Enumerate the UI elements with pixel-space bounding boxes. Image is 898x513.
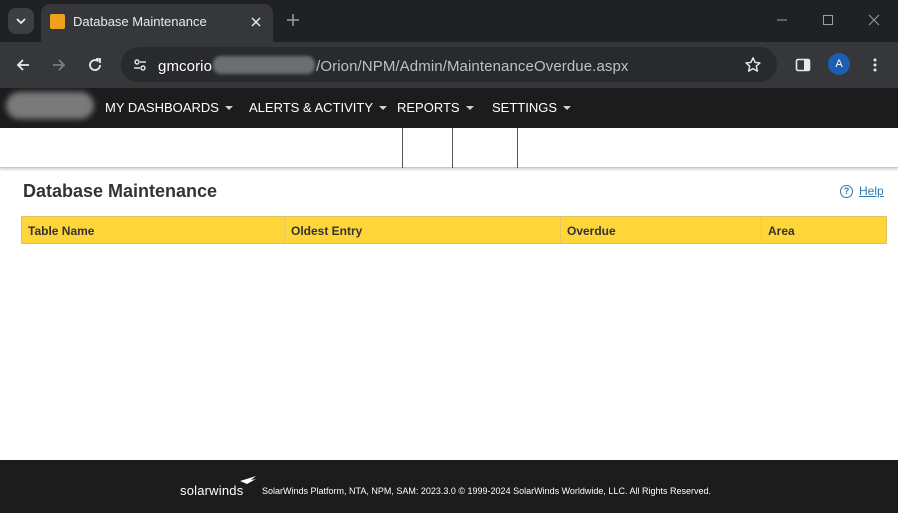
page-title: Database Maintenance [23, 181, 218, 201]
column-header-table-name[interactable]: Table Name [22, 217, 285, 243]
help-link-label: Help [859, 184, 884, 198]
page-footer: solarwinds SolarWinds Platform, NTA, NPM… [0, 460, 898, 513]
solarwinds-bird-icon [240, 476, 256, 484]
nav-item-label: SETTINGS [492, 100, 558, 115]
caret-down-icon [465, 106, 474, 110]
secondary-toolbar [0, 128, 898, 168]
solarwinds-favicon-icon [50, 14, 65, 29]
browser-menu-button[interactable] [864, 54, 886, 76]
minimize-button[interactable] [773, 11, 791, 29]
main-navigation: MY DASHBOARDS ALERTS & ACTIVITY REPORTS … [0, 88, 898, 128]
divider [517, 128, 518, 168]
nav-item-label: ALERTS & ACTIVITY [249, 100, 374, 115]
caret-down-icon [224, 106, 233, 110]
nav-reports[interactable]: REPORTS [397, 100, 474, 115]
minimize-icon [777, 19, 787, 21]
profile-avatar[interactable]: A [828, 53, 850, 75]
tune-icon [134, 59, 146, 71]
column-header-overdue[interactable]: Overdue [561, 217, 762, 243]
window-close-button[interactable] [865, 11, 883, 29]
redacted-logo [6, 92, 94, 119]
site-info-button[interactable] [129, 54, 151, 76]
address-bar[interactable]: gmcorio/Orion/NPM/Admin/MaintenanceOverd… [121, 47, 777, 82]
nav-alerts-activity[interactable]: ALERTS & ACTIVITY [249, 100, 388, 115]
side-panel-button[interactable] [792, 54, 814, 76]
bookmark-button[interactable] [743, 55, 763, 75]
help-link[interactable]: ? Help [840, 184, 884, 198]
maintenance-table-header: Table Name Oldest Entry Overdue Area [21, 216, 887, 244]
arrow-right-icon [53, 59, 66, 71]
nav-item-label: REPORTS [397, 100, 460, 115]
divider [452, 128, 453, 168]
tab-title: Database Maintenance [73, 14, 207, 29]
copyright-text: SolarWinds Platform, NTA, NPM, SAM: 2023… [262, 486, 711, 496]
url-path: /Orion/NPM/Admin/MaintenanceOverdue.aspx [316, 58, 629, 75]
browser-tab[interactable]: Database Maintenance [41, 4, 273, 42]
nav-item-label: MY DASHBOARDS [105, 100, 219, 115]
back-button[interactable] [12, 54, 34, 76]
help-icon: ? [840, 184, 853, 198]
star-icon [745, 57, 761, 72]
redacted-host-segment [213, 56, 316, 74]
browser-tab-strip: Database Maintenance [0, 0, 898, 42]
reload-button[interactable] [84, 54, 106, 76]
caret-down-icon [563, 106, 572, 110]
close-icon [868, 14, 880, 26]
plus-icon [287, 14, 299, 26]
maximize-button[interactable] [819, 11, 837, 29]
tab-close-button[interactable] [247, 13, 265, 31]
forward-button[interactable] [48, 54, 70, 76]
column-header-oldest-entry[interactable]: Oldest Entry [285, 217, 561, 243]
new-tab-button[interactable] [283, 10, 303, 30]
column-header-area[interactable]: Area [762, 217, 886, 243]
side-panel-icon [795, 58, 811, 72]
nav-my-dashboards[interactable]: MY DASHBOARDS [105, 100, 233, 115]
url-host: gmcorio [158, 58, 213, 75]
browser-toolbar: gmcorio/Orion/NPM/Admin/MaintenanceOverd… [0, 42, 898, 88]
caret-down-icon [379, 106, 388, 110]
tab-search-button[interactable] [8, 8, 34, 34]
close-icon [251, 17, 261, 27]
more-vertical-icon [873, 58, 877, 72]
nav-settings[interactable]: SETTINGS [492, 100, 572, 115]
url-text: gmcorio/Orion/NPM/Admin/MaintenanceOverd… [158, 56, 629, 75]
arrow-left-icon [16, 59, 29, 71]
solarwinds-logo: solarwinds [180, 483, 244, 498]
divider [402, 128, 403, 168]
reload-icon [89, 58, 101, 71]
maximize-icon [823, 15, 833, 25]
chevron-down-icon [16, 18, 26, 25]
